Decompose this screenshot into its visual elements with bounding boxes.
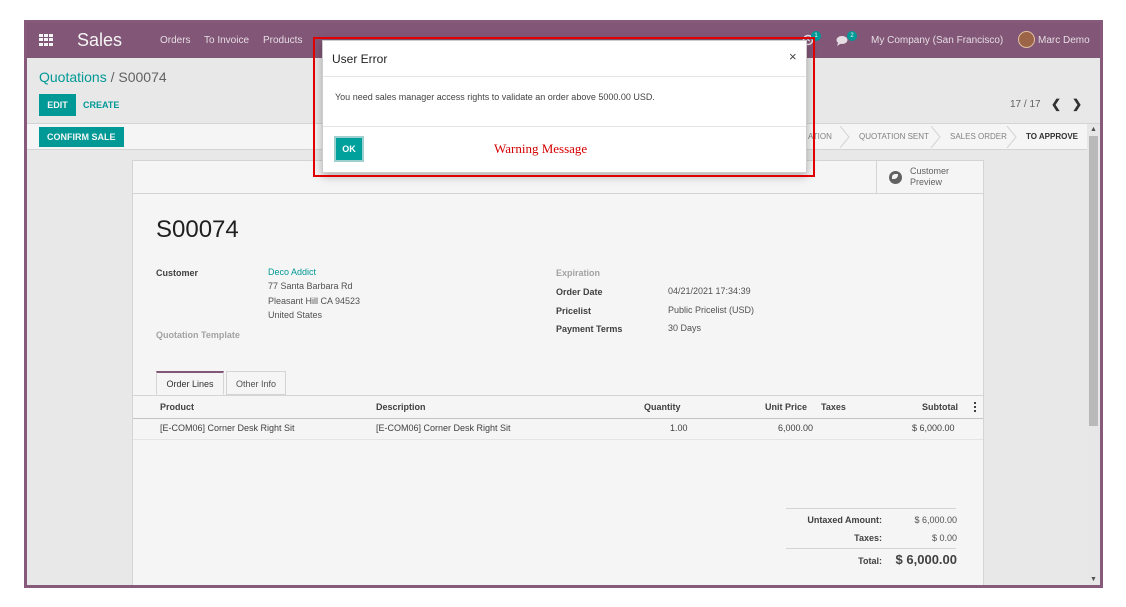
annotation-label: Warning Message: [494, 141, 588, 156]
